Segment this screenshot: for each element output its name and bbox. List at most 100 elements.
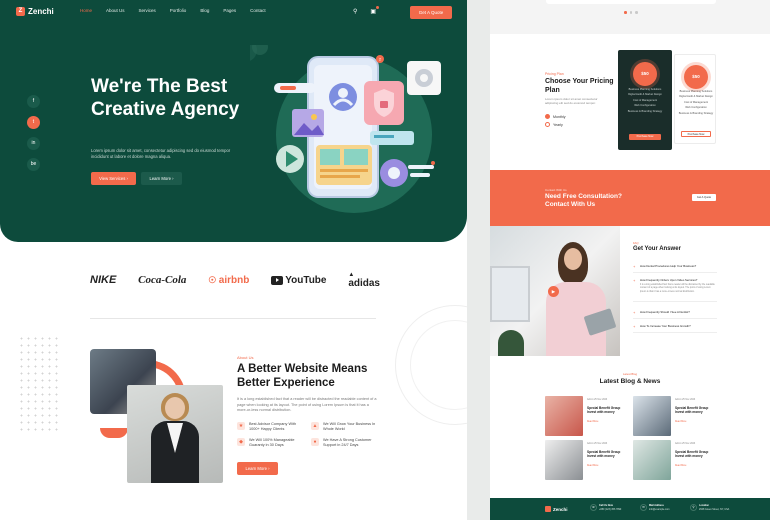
linkedin-icon[interactable]: in [27, 137, 40, 150]
about-woman-image [127, 385, 223, 483]
youtube-play-icon [271, 275, 284, 285]
pricing-card-featured: $50 Business Planning Solutions Digital … [618, 50, 672, 150]
post-thumbnail [545, 396, 583, 436]
footer-location-text: Location 2648 Green Street, NY, USA [699, 504, 729, 511]
blog-post[interactable]: Admin 25 Nov 2023 Special Benefit Group … [633, 396, 719, 436]
plan-features: Business Planning Solutions Digital Audi… [622, 87, 668, 114]
footer-call-text: Call Us Now +880 (123) 456 7890 [599, 504, 621, 511]
price-badge: $50 [633, 62, 657, 86]
blog-post[interactable]: Admin 25 Nov 2023 Special Benefit Group … [545, 396, 631, 436]
logo-text: Zenchi [28, 7, 54, 16]
top-card [546, 0, 716, 4]
nav-item-about[interactable]: About Us [106, 8, 125, 13]
footer-call-value: +880 (123) 456 7890 [599, 507, 622, 511]
footer-logo[interactable]: Zenchi [545, 506, 568, 512]
secondary-page: Pricing Plan Choose Your Pricing Plan Lo… [490, 0, 770, 520]
nav-item-blog[interactable]: Blog [200, 8, 209, 13]
facebook-icon[interactable]: f [27, 95, 40, 108]
learn-more-button[interactable]: Learn More › [141, 172, 182, 185]
feature-item: ● We Have A Strong Customer Support in 24… [311, 438, 377, 448]
nav-item-portfolio[interactable]: Portfolio [170, 8, 187, 13]
person-head [165, 397, 185, 419]
blog-post[interactable]: Admin 25 Nov 2023 Special Benefit Group … [633, 440, 719, 480]
plan-features: Business Planning Solutions Digital Audi… [677, 89, 715, 116]
headset-icon: ● [311, 438, 319, 446]
read-more-link[interactable]: Read More [675, 421, 686, 423]
pricing-card: $50 Business Planning Solutions Digital … [674, 54, 716, 144]
post-title: Special Benefit Group Invest with money [587, 406, 621, 415]
feature-text: We Will 100% Manageable Guaranty in 30 D… [249, 438, 295, 447]
hero-illustration: 2 [250, 45, 441, 213]
read-more-link[interactable]: Read More [587, 465, 598, 467]
post-meta: Admin 25 Nov 2023 [675, 399, 696, 401]
read-more-link[interactable]: Read More [675, 465, 686, 467]
option-monthly[interactable]: Monthly [545, 114, 566, 119]
cart-icon[interactable]: ▣ [370, 6, 379, 15]
faq-question: How Frequently Orders Upon Video Service… [633, 278, 717, 283]
nav-item-pages[interactable]: Pages [223, 8, 236, 13]
get-quote-button[interactable]: Get A Quote [410, 6, 452, 19]
blog-post[interactable]: Admin 25 Nov 2023 Special Benefit Group … [545, 440, 631, 480]
radio-icon [545, 122, 550, 127]
consult-quote-button[interactable]: Get A Quote [692, 194, 716, 201]
logo-icon: Z [16, 7, 25, 16]
nav-item-services[interactable]: Services [139, 8, 156, 13]
radio-icon [545, 114, 550, 119]
option-yearly[interactable]: Yearly [545, 122, 563, 127]
about-learn-more-button[interactable]: Learn More › [237, 462, 278, 475]
mail-icon: ✉ [640, 504, 647, 511]
page-root: Z Zenchi Home About Us Services Portfoli… [0, 0, 770, 520]
monitor-shape [490, 266, 530, 322]
airbnb-logo-text: airbnb [218, 274, 250, 286]
faq-answer: It is a long established fact that a rea… [640, 284, 715, 293]
post-thumbnail [633, 396, 671, 436]
footer-logo-text: Zenchi [553, 506, 568, 512]
top-strip [490, 0, 770, 34]
pricing-description: Lorem ipsum dolor sit amet consectetur a… [545, 97, 598, 106]
faq-item[interactable]: How Frequently Should I See A Dentist? [633, 310, 717, 319]
plant-shape [498, 330, 524, 356]
view-services-label: View Services [99, 176, 126, 181]
nav-menu: Home About Us Services Portfolio Blog Pa… [80, 8, 266, 13]
behance-icon[interactable]: be [27, 158, 40, 171]
feature-item: ▲ We Will Grow Your Business In Whole Wor… [311, 422, 377, 432]
pager-dot[interactable] [624, 11, 627, 14]
nav-item-home[interactable]: Home [80, 8, 92, 13]
nav-item-contact[interactable]: Contact [250, 8, 266, 13]
blog-tag: Latest Blog [623, 372, 637, 376]
shape-decoration [100, 428, 128, 438]
post-thumbnail [633, 440, 671, 480]
feature-item: ◆ We Will 100% Manageable Guaranty in 30 … [237, 438, 303, 448]
faq-item[interactable]: How Dental Procedures Help Your Business… [633, 264, 717, 273]
airbnb-logo: ☉ airbnb [208, 274, 250, 286]
purchase-button[interactable]: Purchase Now [629, 134, 661, 140]
about-learn-more-label: Learn More [245, 466, 267, 471]
feature-text: We Will Grow Your Business In Whole Worl… [323, 422, 376, 431]
footer-location-value: 2648 Green Street, NY, USA [699, 507, 730, 511]
search-icon[interactable]: ⚲ [353, 8, 357, 15]
consultation-banner: Contact With Us Need Free Consultation? … [490, 170, 770, 226]
logo-icon [545, 506, 551, 512]
plan-feature: Business & Branding Strategy [678, 111, 714, 115]
price-badge: $50 [684, 65, 708, 89]
faq-title: Get Your Answer [633, 246, 681, 252]
option-label: Monthly [553, 114, 566, 119]
pager-dot[interactable] [629, 11, 632, 14]
logo[interactable]: Z Zenchi [16, 7, 54, 16]
view-services-button[interactable]: View Services › [91, 172, 136, 185]
purchase-button[interactable]: Purchase Now [681, 131, 711, 137]
hero-section: Z Zenchi Home About Us Services Portfoli… [0, 0, 467, 242]
twitter-icon[interactable]: t [27, 116, 40, 129]
faq-section: FAQ Get Your Answer How Dental Procedure… [620, 226, 770, 356]
post-thumbnail [545, 440, 583, 480]
section-divider [90, 318, 376, 319]
read-more-link[interactable]: Read More [587, 421, 598, 423]
play-icon[interactable]: ▶ [548, 286, 559, 297]
dots-decoration [18, 335, 58, 435]
pager-dot[interactable] [635, 11, 638, 14]
faq-item[interactable]: How Frequently Orders Upon Video Service… [633, 278, 717, 302]
post-title: Special Benefit Group Invest with money [675, 406, 709, 415]
footer-mail: ✉ Mail Address info@example.com [640, 504, 670, 511]
faq-item[interactable]: How To Increase Your Business Growth? [633, 324, 717, 333]
woman-face [564, 248, 582, 270]
